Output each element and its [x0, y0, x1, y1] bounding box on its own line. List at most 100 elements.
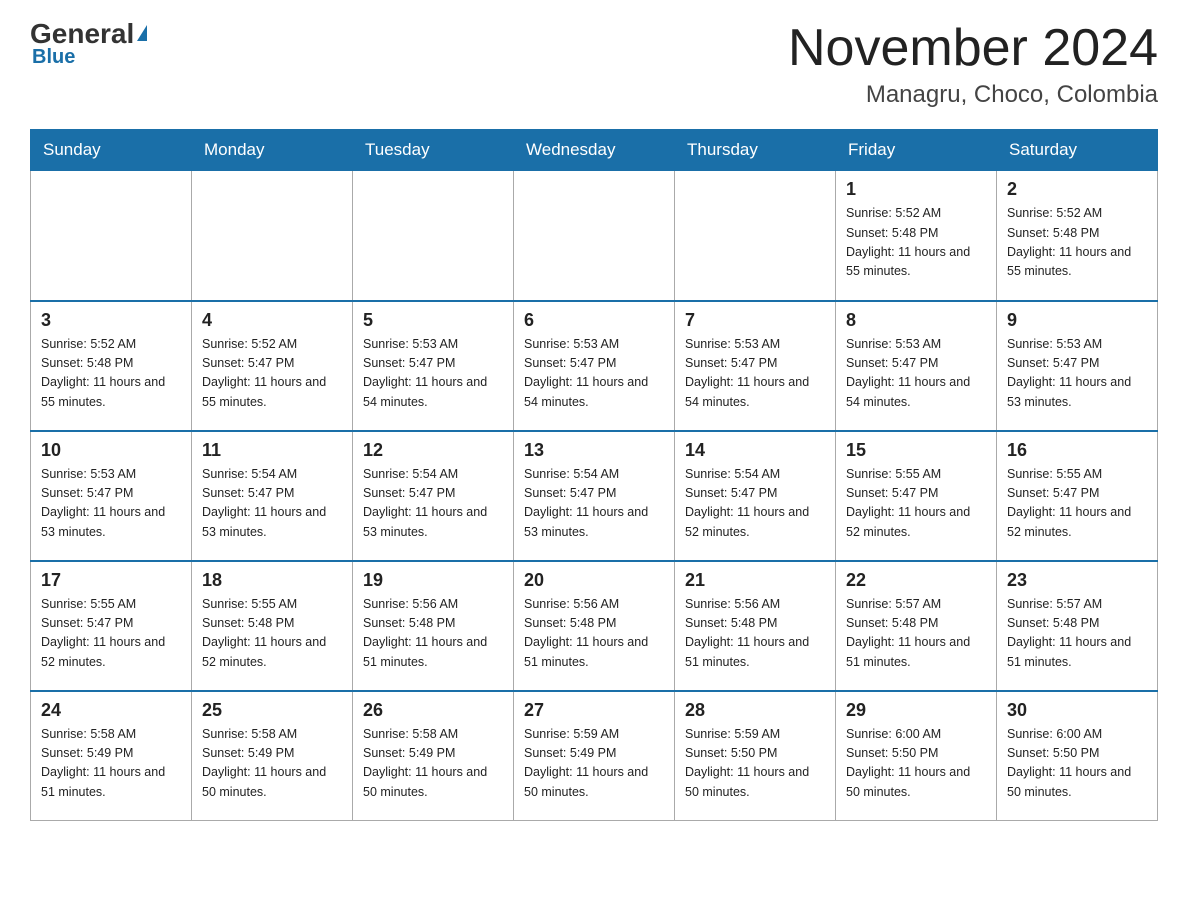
calendar-table: SundayMondayTuesdayWednesdayThursdayFrid… — [30, 129, 1158, 821]
day-number: 20 — [524, 570, 664, 591]
day-number: 11 — [202, 440, 342, 461]
logo: General Blue — [30, 20, 147, 69]
day-info: Sunrise: 5:52 AM Sunset: 5:47 PM Dayligh… — [202, 335, 342, 413]
day-info: Sunrise: 5:59 AM Sunset: 5:49 PM Dayligh… — [524, 725, 664, 803]
day-number: 23 — [1007, 570, 1147, 591]
day-number: 4 — [202, 310, 342, 331]
day-info: Sunrise: 5:52 AM Sunset: 5:48 PM Dayligh… — [846, 204, 986, 282]
day-info: Sunrise: 5:59 AM Sunset: 5:50 PM Dayligh… — [685, 725, 825, 803]
day-number: 13 — [524, 440, 664, 461]
day-number: 18 — [202, 570, 342, 591]
day-info: Sunrise: 6:00 AM Sunset: 5:50 PM Dayligh… — [846, 725, 986, 803]
calendar-day-cell: 25 Sunrise: 5:58 AM Sunset: 5:49 PM Dayli… — [192, 691, 353, 821]
calendar-day-cell: 27 Sunrise: 5:59 AM Sunset: 5:49 PM Dayli… — [514, 691, 675, 821]
day-of-week-header: Tuesday — [353, 130, 514, 171]
day-info: Sunrise: 6:00 AM Sunset: 5:50 PM Dayligh… — [1007, 725, 1147, 803]
calendar-day-cell: 3 Sunrise: 5:52 AM Sunset: 5:48 PM Daylig… — [31, 301, 192, 431]
calendar-day-cell: 14 Sunrise: 5:54 AM Sunset: 5:47 PM Dayli… — [675, 431, 836, 561]
day-number: 22 — [846, 570, 986, 591]
calendar-day-cell: 2 Sunrise: 5:52 AM Sunset: 5:48 PM Daylig… — [997, 171, 1158, 301]
calendar-day-cell: 24 Sunrise: 5:58 AM Sunset: 5:49 PM Dayli… — [31, 691, 192, 821]
day-number: 26 — [363, 700, 503, 721]
calendar-day-cell: 11Sunrise: 5:54 AM Sunset: 5:47 PM Dayli… — [192, 431, 353, 561]
day-info: Sunrise: 5:55 AM Sunset: 5:47 PM Dayligh… — [1007, 465, 1147, 543]
day-of-week-header: Thursday — [675, 130, 836, 171]
calendar-day-cell: 20 Sunrise: 5:56 AM Sunset: 5:48 PM Dayli… — [514, 561, 675, 691]
day-info: Sunrise: 5:53 AM Sunset: 5:47 PM Dayligh… — [1007, 335, 1147, 413]
day-info: Sunrise: 5:55 AM Sunset: 5:47 PM Dayligh… — [41, 595, 181, 673]
calendar-day-cell: 6Sunrise: 5:53 AM Sunset: 5:47 PM Daylig… — [514, 301, 675, 431]
day-info: Sunrise: 5:57 AM Sunset: 5:48 PM Dayligh… — [1007, 595, 1147, 673]
calendar-day-cell: 18 Sunrise: 5:55 AM Sunset: 5:48 PM Dayli… — [192, 561, 353, 691]
day-info: Sunrise: 5:56 AM Sunset: 5:48 PM Dayligh… — [524, 595, 664, 673]
day-number: 19 — [363, 570, 503, 591]
day-number: 29 — [846, 700, 986, 721]
day-number: 14 — [685, 440, 825, 461]
day-info: Sunrise: 5:53 AM Sunset: 5:47 PM Dayligh… — [524, 335, 664, 413]
day-info: Sunrise: 5:58 AM Sunset: 5:49 PM Dayligh… — [202, 725, 342, 803]
logo-general: General — [30, 20, 134, 48]
day-number: 8 — [846, 310, 986, 331]
day-of-week-header: Saturday — [997, 130, 1158, 171]
calendar-day-cell: 10Sunrise: 5:53 AM Sunset: 5:47 PM Dayli… — [31, 431, 192, 561]
day-info: Sunrise: 5:54 AM Sunset: 5:47 PM Dayligh… — [524, 465, 664, 543]
day-info: Sunrise: 5:53 AM Sunset: 5:47 PM Dayligh… — [363, 335, 503, 413]
day-number: 27 — [524, 700, 664, 721]
day-number: 9 — [1007, 310, 1147, 331]
logo-blue: Blue — [30, 46, 75, 69]
calendar-day-cell — [31, 171, 192, 301]
day-of-week-header: Monday — [192, 130, 353, 171]
day-info: Sunrise: 5:53 AM Sunset: 5:47 PM Dayligh… — [41, 465, 181, 543]
day-info: Sunrise: 5:53 AM Sunset: 5:47 PM Dayligh… — [685, 335, 825, 413]
calendar-day-cell — [514, 171, 675, 301]
calendar-day-cell: 29 Sunrise: 6:00 AM Sunset: 5:50 PM Dayli… — [836, 691, 997, 821]
calendar-day-cell: 1 Sunrise: 5:52 AM Sunset: 5:48 PM Daylig… — [836, 171, 997, 301]
calendar-day-cell: 30Sunrise: 6:00 AM Sunset: 5:50 PM Dayli… — [997, 691, 1158, 821]
day-number: 2 — [1007, 179, 1147, 200]
calendar-title: November 2024 — [788, 20, 1158, 77]
day-number: 1 — [846, 179, 986, 200]
calendar-day-cell — [353, 171, 514, 301]
day-number: 3 — [41, 310, 181, 331]
day-info: Sunrise: 5:54 AM Sunset: 5:47 PM Dayligh… — [685, 465, 825, 543]
calendar-day-cell: 16Sunrise: 5:55 AM Sunset: 5:47 PM Dayli… — [997, 431, 1158, 561]
calendar-day-cell: 8 Sunrise: 5:53 AM Sunset: 5:47 PM Daylig… — [836, 301, 997, 431]
calendar-day-cell: 15 Sunrise: 5:55 AM Sunset: 5:47 PM Dayli… — [836, 431, 997, 561]
calendar-day-cell: 13 Sunrise: 5:54 AM Sunset: 5:47 PM Dayli… — [514, 431, 675, 561]
day-info: Sunrise: 5:53 AM Sunset: 5:47 PM Dayligh… — [846, 335, 986, 413]
calendar-day-cell — [192, 171, 353, 301]
day-info: Sunrise: 5:54 AM Sunset: 5:47 PM Dayligh… — [363, 465, 503, 543]
day-info: Sunrise: 5:52 AM Sunset: 5:48 PM Dayligh… — [1007, 204, 1147, 282]
day-info: Sunrise: 5:58 AM Sunset: 5:49 PM Dayligh… — [41, 725, 181, 803]
calendar-day-cell: 19 Sunrise: 5:56 AM Sunset: 5:48 PM Dayli… — [353, 561, 514, 691]
calendar-day-cell: 23 Sunrise: 5:57 AM Sunset: 5:48 PM Dayli… — [997, 561, 1158, 691]
calendar-day-cell: 28Sunrise: 5:59 AM Sunset: 5:50 PM Dayli… — [675, 691, 836, 821]
day-info: Sunrise: 5:55 AM Sunset: 5:47 PM Dayligh… — [846, 465, 986, 543]
calendar-day-cell — [675, 171, 836, 301]
day-number: 24 — [41, 700, 181, 721]
day-number: 7 — [685, 310, 825, 331]
calendar-week-row: 10Sunrise: 5:53 AM Sunset: 5:47 PM Dayli… — [31, 431, 1158, 561]
day-info: Sunrise: 5:52 AM Sunset: 5:48 PM Dayligh… — [41, 335, 181, 413]
logo-triangle-icon — [137, 25, 147, 41]
day-number: 17 — [41, 570, 181, 591]
day-info: Sunrise: 5:58 AM Sunset: 5:49 PM Dayligh… — [363, 725, 503, 803]
day-number: 15 — [846, 440, 986, 461]
day-info: Sunrise: 5:57 AM Sunset: 5:48 PM Dayligh… — [846, 595, 986, 673]
day-of-week-header: Sunday — [31, 130, 192, 171]
day-info: Sunrise: 5:56 AM Sunset: 5:48 PM Dayligh… — [363, 595, 503, 673]
calendar-day-cell: 4 Sunrise: 5:52 AM Sunset: 5:47 PM Daylig… — [192, 301, 353, 431]
day-info: Sunrise: 5:56 AM Sunset: 5:48 PM Dayligh… — [685, 595, 825, 673]
calendar-week-row: 1 Sunrise: 5:52 AM Sunset: 5:48 PM Daylig… — [31, 171, 1158, 301]
day-info: Sunrise: 5:55 AM Sunset: 5:48 PM Dayligh… — [202, 595, 342, 673]
day-of-week-header: Friday — [836, 130, 997, 171]
calendar-day-cell: 26 Sunrise: 5:58 AM Sunset: 5:49 PM Dayli… — [353, 691, 514, 821]
day-number: 5 — [363, 310, 503, 331]
calendar-day-cell: 22 Sunrise: 5:57 AM Sunset: 5:48 PM Dayli… — [836, 561, 997, 691]
calendar-week-row: 3 Sunrise: 5:52 AM Sunset: 5:48 PM Daylig… — [31, 301, 1158, 431]
calendar-week-row: 17 Sunrise: 5:55 AM Sunset: 5:47 PM Dayli… — [31, 561, 1158, 691]
calendar-day-cell: 21Sunrise: 5:56 AM Sunset: 5:48 PM Dayli… — [675, 561, 836, 691]
calendar-day-cell: 17 Sunrise: 5:55 AM Sunset: 5:47 PM Dayli… — [31, 561, 192, 691]
day-number: 25 — [202, 700, 342, 721]
calendar-header-row: SundayMondayTuesdayWednesdayThursdayFrid… — [31, 130, 1158, 171]
